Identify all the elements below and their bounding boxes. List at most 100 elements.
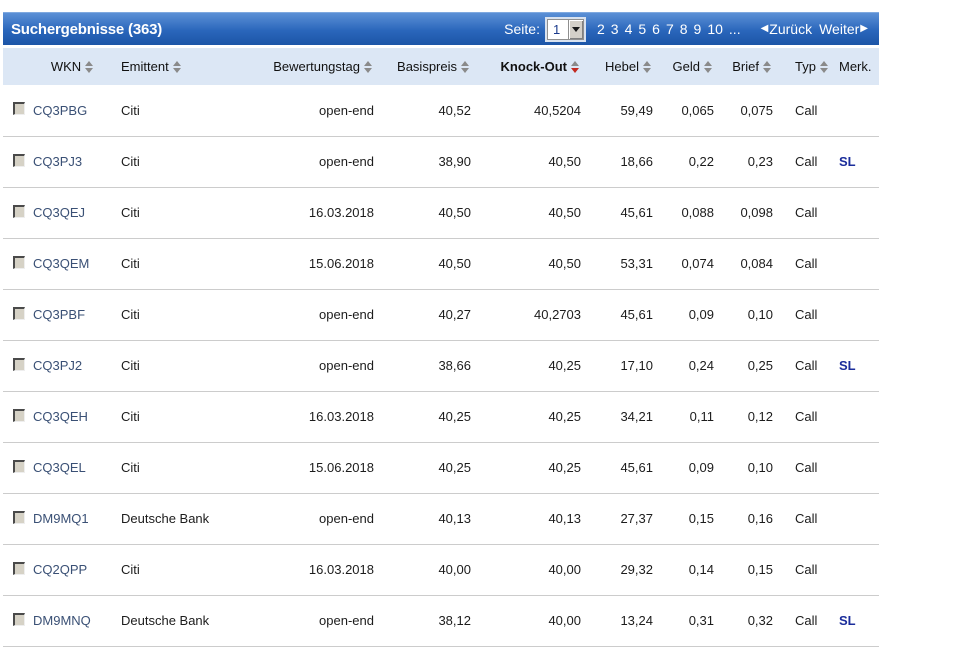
sort-icon[interactable]	[85, 61, 93, 73]
brief-cell: 0,23	[748, 154, 773, 169]
page-select-dropdown[interactable]: 1	[547, 19, 584, 40]
hebel-cell: 45,61	[620, 307, 653, 322]
page-number-link[interactable]: 8	[680, 21, 688, 37]
knockout-cell: 40,50	[548, 154, 581, 169]
column-header-bewertungstag[interactable]: Bewertungstag	[261, 48, 376, 85]
wkn-link[interactable]: DM9MNQ	[33, 613, 91, 628]
table-row: CQ3QEMCiti15.06.201840,5040,5053,310,074…	[3, 238, 879, 289]
knockout-cell: 40,13	[548, 511, 581, 526]
geld-cell: 0,31	[689, 613, 714, 628]
column-header-emittent[interactable]: Emittent	[111, 48, 261, 85]
geld-cell: 0,24	[689, 358, 714, 373]
brief-cell: 0,15	[748, 562, 773, 577]
select-all-header	[3, 48, 33, 85]
bewertungstag-cell: 16.03.2018	[309, 409, 374, 424]
emittent-cell: Deutsche Bank	[121, 613, 209, 628]
sort-icon[interactable]	[643, 61, 651, 73]
brief-cell: 0,16	[748, 511, 773, 526]
back-link[interactable]: ◀Zurück	[760, 21, 813, 37]
row-checkbox[interactable]	[13, 562, 25, 575]
wkn-link[interactable]: CQ3PBF	[33, 307, 85, 322]
page-number-link[interactable]: 7	[666, 21, 674, 37]
sort-icon[interactable]	[364, 61, 372, 73]
results-title: Suchergebnisse (363)	[11, 21, 162, 38]
wkn-link[interactable]: CQ3QEH	[33, 409, 88, 424]
typ-cell: Call	[795, 205, 817, 220]
back-label: Zurück	[769, 21, 812, 37]
row-checkbox[interactable]	[13, 613, 25, 626]
page-number-link[interactable]: 5	[638, 21, 646, 37]
next-arrow-icon: ▶	[860, 23, 868, 34]
row-checkbox[interactable]	[13, 460, 25, 473]
geld-cell: 0,088	[681, 205, 714, 220]
typ-cell: Call	[795, 358, 817, 373]
back-arrow-icon: ◀	[761, 23, 769, 34]
sort-icon[interactable]	[173, 61, 181, 73]
bewertungstag-cell: 15.06.2018	[309, 256, 374, 271]
pagination: Seite: 1 2345678910... ◀Zurück Weiter▶	[504, 19, 869, 40]
basispreis-cell: 38,12	[438, 613, 471, 628]
column-header-typ[interactable]: Typ	[775, 48, 827, 85]
geld-cell: 0,09	[689, 307, 714, 322]
page-number-link[interactable]: 10	[707, 21, 723, 37]
typ-cell: Call	[795, 256, 817, 271]
row-checkbox[interactable]	[13, 205, 25, 218]
typ-cell: Call	[795, 511, 817, 526]
page-number-link[interactable]: 4	[625, 21, 633, 37]
table-row: CQ3QEHCiti16.03.201840,2540,2534,210,110…	[3, 391, 879, 442]
typ-cell: Call	[795, 613, 817, 628]
basispreis-cell: 40,50	[438, 256, 471, 271]
wkn-link[interactable]: CQ3PBG	[33, 103, 87, 118]
wkn-link[interactable]: CQ2QPP	[33, 562, 87, 577]
row-checkbox[interactable]	[13, 358, 25, 371]
basispreis-cell: 40,50	[438, 205, 471, 220]
emittent-cell: Citi	[121, 409, 140, 424]
sort-icon[interactable]	[461, 61, 469, 73]
sort-icon[interactable]	[820, 61, 828, 73]
sort-icon[interactable]	[704, 61, 712, 73]
row-checkbox[interactable]	[13, 409, 25, 422]
page-number-link[interactable]: 3	[611, 21, 619, 37]
wkn-link[interactable]: CQ3QEJ	[33, 205, 85, 220]
wkn-link[interactable]: CQ3PJ2	[33, 358, 82, 373]
emittent-cell: Citi	[121, 562, 140, 577]
knockout-cell: 40,50	[548, 205, 581, 220]
knockout-cell: 40,50	[548, 256, 581, 271]
sort-icon[interactable]	[763, 61, 771, 73]
row-checkbox[interactable]	[13, 307, 25, 320]
wkn-link[interactable]: CQ3QEL	[33, 460, 86, 475]
page-number-link[interactable]: 6	[652, 21, 660, 37]
wkn-link[interactable]: DM9MQ1	[33, 511, 89, 526]
dropdown-arrow-icon[interactable]	[568, 20, 583, 39]
emittent-cell: Citi	[121, 256, 140, 271]
page-number-link[interactable]: 9	[694, 21, 702, 37]
page-number-link[interactable]: 2	[597, 21, 605, 37]
sort-desc-icon[interactable]	[571, 61, 579, 73]
bewertungstag-cell: open-end	[319, 613, 374, 628]
row-checkbox[interactable]	[13, 102, 25, 115]
brief-cell: 0,10	[748, 307, 773, 322]
wkn-link[interactable]: CQ3PJ3	[33, 154, 82, 169]
row-checkbox[interactable]	[13, 256, 25, 269]
next-link[interactable]: Weiter▶	[819, 21, 869, 37]
knockout-cell: 40,25	[548, 460, 581, 475]
basispreis-cell: 40,13	[438, 511, 471, 526]
page-select-value: 1	[548, 20, 568, 39]
basispreis-cell: 40,25	[438, 409, 471, 424]
column-header-brief[interactable]: Brief	[716, 48, 775, 85]
bewertungstag-cell: open-end	[319, 103, 374, 118]
hebel-cell: 18,66	[620, 154, 653, 169]
column-header-basispreis[interactable]: Basispreis	[376, 48, 473, 85]
geld-cell: 0,11	[690, 409, 714, 424]
merk-badge: SL	[839, 358, 856, 373]
row-checkbox[interactable]	[13, 511, 25, 524]
emittent-cell: Citi	[121, 205, 140, 220]
knockout-cell: 40,25	[548, 409, 581, 424]
column-header-wkn[interactable]: WKN	[33, 48, 111, 85]
column-header-geld[interactable]: Geld	[655, 48, 716, 85]
column-header-hebel[interactable]: Hebel	[583, 48, 655, 85]
pager-nav: ◀Zurück Weiter▶	[760, 21, 869, 37]
wkn-link[interactable]: CQ3QEM	[33, 256, 89, 271]
row-checkbox[interactable]	[13, 154, 25, 167]
column-header-knockout[interactable]: Knock-Out	[473, 48, 583, 85]
